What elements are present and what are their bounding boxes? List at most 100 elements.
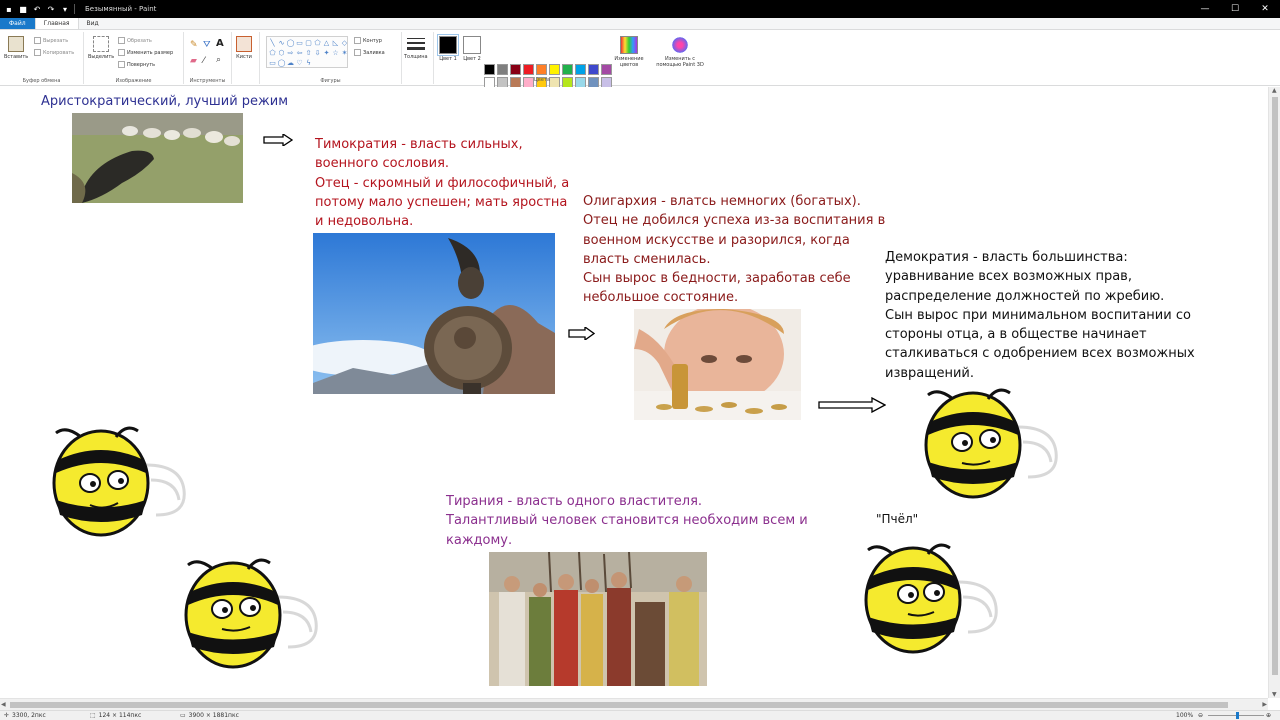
timocracy-line: потому мало успешен; мать яростна: [315, 194, 568, 210]
color1-swatch: [437, 34, 459, 56]
crop-button[interactable]: Обрезать: [118, 37, 152, 44]
polygon-icon[interactable]: ⬠: [313, 38, 322, 48]
triangle-icon[interactable]: △: [322, 38, 331, 48]
color-swatch[interactable]: [536, 64, 547, 75]
star-five-icon[interactable]: ☆: [331, 48, 340, 58]
down-arrow-icon[interactable]: ⇩: [313, 48, 322, 58]
maximize-button[interactable]: ☐: [1220, 0, 1250, 18]
spartan-statue-illustration: [313, 233, 555, 394]
lightning-icon[interactable]: ϟ: [304, 58, 313, 68]
paint3d-icon: [671, 36, 689, 54]
scroll-left-icon[interactable]: ◀: [1, 701, 6, 708]
callout-oval-icon[interactable]: ◯: [277, 58, 286, 68]
callout-rect-icon[interactable]: ▭: [268, 58, 277, 68]
democracy-line: уравнивание всех возможных прав,: [885, 269, 1132, 285]
right-arrow-icon[interactable]: ⇨: [286, 48, 295, 58]
status-bar: ✛ 3300, 2пкс ⬚ 124 × 114пкс ▭ 3900 × 188…: [0, 710, 1280, 720]
bee-drawing: [52, 426, 186, 537]
drawing-canvas[interactable]: Аристократический, лучший режим Тимократ…: [0, 87, 1268, 698]
oval-icon[interactable]: ◯: [286, 38, 295, 48]
oligarchy-line: Сын вырос в бедности, заработав себе: [583, 271, 851, 287]
up-arrow-icon[interactable]: ⇧: [304, 48, 313, 58]
cut-button[interactable]: Вырезать: [34, 37, 68, 44]
rotate-label: Повернуть: [127, 61, 156, 68]
pentagon-icon[interactable]: ⬠: [268, 48, 277, 58]
redo-icon[interactable]: ↷: [46, 4, 56, 14]
minimize-button[interactable]: —: [1190, 0, 1220, 18]
horizontal-scroll-thumb[interactable]: [10, 702, 1228, 708]
zoom-in-icon[interactable]: ⊕: [1266, 712, 1271, 719]
color2-button[interactable]: Цвет 2: [462, 36, 482, 62]
size-button[interactable]: Толщина: [404, 36, 428, 60]
ribbon-tabs: Файл Главная Вид: [0, 18, 1280, 30]
fill-label: Заливка: [363, 49, 385, 56]
curve-icon[interactable]: ∿: [277, 38, 286, 48]
color-swatch[interactable]: [575, 64, 586, 75]
oligarchy-line: Отец не добился успеха из-за воспитания …: [583, 213, 886, 229]
edit-colors-button[interactable]: Изменение цветов: [612, 36, 646, 68]
canvas-size-value: 3900 × 1881пкс: [188, 712, 239, 719]
scroll-right-icon[interactable]: ▶: [1262, 701, 1267, 708]
color-swatch[interactable]: [588, 64, 599, 75]
zoom-out-icon[interactable]: ⊖: [1198, 712, 1203, 719]
color-swatch[interactable]: [497, 64, 508, 75]
rotate-button[interactable]: Повернуть: [118, 61, 155, 68]
outline-button[interactable]: Контур: [354, 37, 382, 44]
line-icon[interactable]: ╲: [268, 38, 277, 48]
oligarchy-line: Олигархия - влатсь немногих (богатых).: [583, 194, 861, 209]
hexagon-icon[interactable]: ⬡: [277, 48, 286, 58]
color-swatch[interactable]: [523, 64, 534, 75]
fill-button[interactable]: Заливка: [354, 49, 385, 56]
paste-button[interactable]: Вставить: [4, 36, 28, 60]
diamond-icon[interactable]: ◇: [340, 38, 349, 48]
zoom-slider-thumb[interactable]: [1236, 712, 1239, 719]
color-swatch[interactable]: [601, 64, 612, 75]
color-swatch[interactable]: [510, 64, 521, 75]
left-arrow-icon[interactable]: ⇦: [295, 48, 304, 58]
star-six-icon[interactable]: ✶: [340, 48, 349, 58]
customize-quick-access-icon[interactable]: ▾: [60, 4, 70, 14]
callout-cloud-icon[interactable]: ☁: [286, 58, 295, 68]
outline-icon: [354, 37, 361, 44]
rectangle-icon[interactable]: ▭: [295, 38, 304, 48]
right-triangle-icon[interactable]: ◺: [331, 38, 340, 48]
tab-home[interactable]: Главная: [34, 18, 79, 29]
paint3d-button[interactable]: Изменить с помощью Paint 3D: [654, 36, 706, 68]
timocracy-line: Отец - скромный и философичный, а: [315, 175, 570, 191]
select-button[interactable]: Выделить: [88, 36, 114, 60]
copy-button[interactable]: Копировать: [34, 49, 74, 56]
shapes-gallery[interactable]: ╲ ∿ ◯ ▭ ▢ ⬠ △ ◺ ◇ ⬠ ⬡ ⇨ ⇦ ⇧ ⇩ ✦ ☆ ✶ ▭ ◯ …: [266, 36, 348, 68]
bee-drawing: [924, 388, 1058, 499]
color-swatch[interactable]: [562, 64, 573, 75]
rotate-icon: [118, 61, 125, 68]
shapes-group-label: Фигуры: [320, 78, 341, 84]
tab-view[interactable]: Вид: [79, 18, 107, 29]
color1-button[interactable]: Цвет 1: [437, 34, 459, 62]
tab-file[interactable]: Файл: [0, 18, 35, 29]
scroll-down-icon[interactable]: ▼: [1272, 691, 1277, 698]
text-icon[interactable]: A: [216, 38, 224, 49]
canvas-size-icon: ▭: [180, 712, 186, 719]
heart-icon[interactable]: ♡: [295, 58, 304, 68]
eraser-icon[interactable]: ▰: [190, 56, 197, 66]
color-swatch[interactable]: [484, 64, 495, 75]
vertical-scrollbar[interactable]: ▲ ▼: [1268, 87, 1280, 698]
close-button[interactable]: ✕: [1250, 0, 1280, 18]
color-swatch[interactable]: [549, 64, 560, 75]
star-four-icon[interactable]: ✦: [322, 48, 331, 58]
rounded-rectangle-icon[interactable]: ▢: [304, 38, 313, 48]
oligarchy-line: военном искусстве и разорился, когда: [583, 232, 850, 248]
magnifier-icon[interactable]: ⌕: [216, 55, 221, 65]
pencil-icon[interactable]: ✎: [190, 40, 198, 50]
save-icon[interactable]: ■: [18, 4, 28, 14]
resize-button[interactable]: Изменить размер: [118, 49, 173, 56]
undo-icon[interactable]: ↶: [32, 4, 42, 14]
image-group: Выделить Обрезать Изменить размер Поверн…: [84, 32, 184, 84]
fill-icon[interactable]: ⛛: [203, 40, 211, 50]
scroll-up-icon[interactable]: ▲: [1272, 87, 1277, 94]
vertical-scroll-thumb[interactable]: [1272, 97, 1278, 675]
brushes-button[interactable]: Кисти: [236, 36, 252, 60]
copy-label: Копировать: [43, 49, 75, 56]
color-picker-icon[interactable]: ⁄: [203, 56, 205, 66]
horizontal-scrollbar[interactable]: ◀ ▶: [0, 698, 1268, 710]
